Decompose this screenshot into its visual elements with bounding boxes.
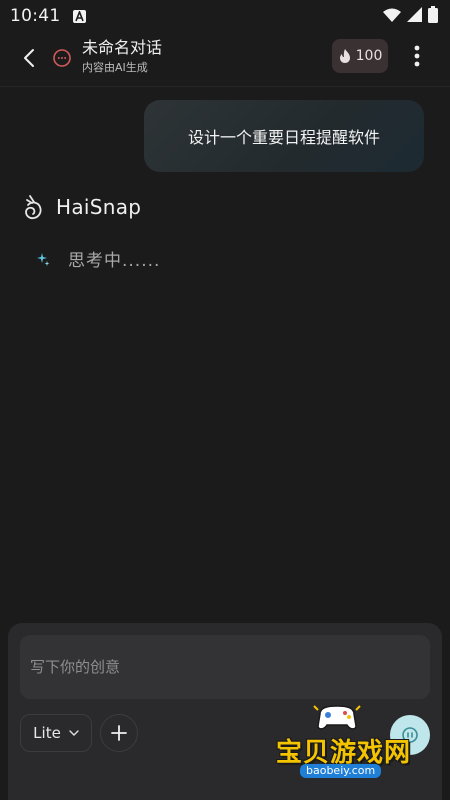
notification-a-icon [72,9,86,23]
flame-icon [339,49,350,63]
status-time: 10:41 [10,6,61,26]
sparkle-icon [37,252,50,266]
model-selector[interactable]: Lite [20,714,92,752]
assistant-header: HaiSnap [22,192,141,222]
more-options-button[interactable] [408,42,426,70]
status-bar: 10:41 [0,0,450,32]
chevron-down-icon [69,730,79,736]
assistant-name: HaiSnap [56,195,142,219]
user-message-bubble: 设计一个重要日程提醒软件 [144,100,424,172]
ai-disclaimer: 内容由AI生成 [82,61,148,74]
signal-icon [407,6,422,26]
add-attachment-button[interactable] [100,714,138,752]
conversation-title[interactable]: 未命名对话 [82,38,162,58]
thinking-status-text: 思考中...... [68,251,161,271]
header-divider [0,86,450,87]
credit-count: 100 [355,48,383,64]
model-name: Lite [33,724,61,742]
credit-badge[interactable]: 100 [332,39,388,73]
back-arrow-icon [24,49,34,67]
back-button[interactable] [18,46,42,70]
haisnap-logo-icon [25,195,42,220]
watermark: 宝贝游戏网 baobeiy.com [270,700,420,780]
app-header: 未命名对话 内容由AI生成 100 [0,34,450,84]
prompt-input[interactable] [20,635,430,699]
thinking-indicator: 思考中...... [36,246,160,271]
more-vertical-icon [414,45,420,67]
chat-bubble-icon [52,48,72,68]
battery-icon [428,5,438,27]
game-controller-icon [313,705,361,730]
title-block: 未命名对话 内容由AI生成 [82,38,162,76]
watermark-url: baobeiy.com [300,764,382,778]
user-message-text: 设计一个重要日程提醒软件 [187,128,380,147]
plus-icon [111,725,127,741]
wifi-icon [383,7,401,26]
